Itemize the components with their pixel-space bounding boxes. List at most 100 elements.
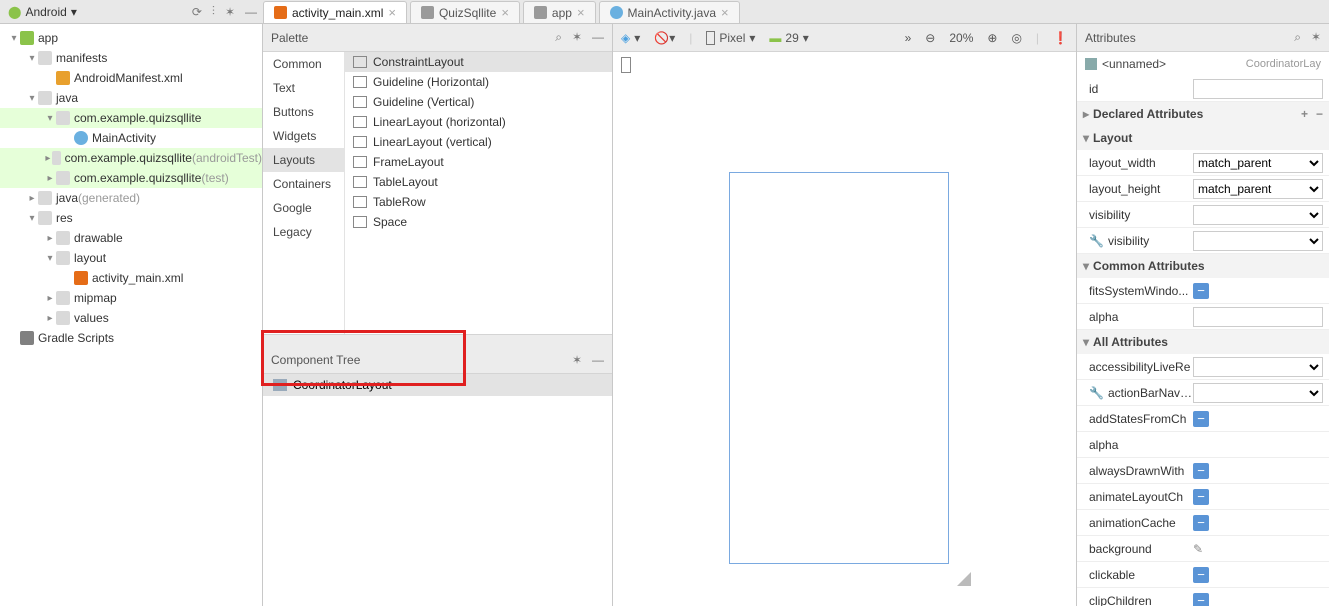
tab-quizsqllite[interactable]: QuizSqllite×	[410, 1, 520, 23]
phone-preview[interactable]	[729, 172, 949, 564]
expand-arrow[interactable]: ▾	[26, 213, 38, 224]
palette-category[interactable]: Text	[263, 76, 344, 100]
palette-item[interactable]: FrameLayout	[345, 152, 612, 172]
tree-node[interactable]: ▸java (generated)	[0, 188, 262, 208]
tab-app[interactable]: app×	[523, 1, 596, 23]
attr-check[interactable]: −	[1193, 567, 1209, 583]
view-mode-button[interactable]: ◈▾	[621, 31, 640, 45]
tab-mainactivity[interactable]: MainActivity.java×	[599, 1, 740, 23]
attr-select[interactable]	[1193, 357, 1323, 377]
gear-icon[interactable]: ✶	[572, 30, 582, 45]
expand-arrow[interactable]: ▸	[44, 233, 56, 244]
tree-node[interactable]: ▾manifests	[0, 48, 262, 68]
tree-node[interactable]: MainActivity	[0, 128, 262, 148]
attr-id-input[interactable]	[1193, 79, 1323, 99]
api-selector[interactable]: ▬ 29▾	[769, 31, 808, 45]
gear-icon[interactable]: ✶	[225, 5, 235, 19]
tree-node[interactable]: ▾layout	[0, 248, 262, 268]
tree-node[interactable]: ▾java	[0, 88, 262, 108]
tree-node[interactable]: activity_main.xml	[0, 268, 262, 288]
visibility-select[interactable]	[1193, 205, 1323, 225]
tree-node[interactable]: ▾res	[0, 208, 262, 228]
tree-node[interactable]: ▸com.example.quizsqllite (androidTest)	[0, 148, 262, 168]
palette-item[interactable]: ConstraintLayout	[345, 52, 612, 72]
tree-node[interactable]: ▸drawable	[0, 228, 262, 248]
palette-item[interactable]: TableRow	[345, 192, 612, 212]
orientation-button[interactable]: 🚫▾	[654, 31, 675, 45]
attr-section-all[interactable]: ▾All Attributes	[1077, 330, 1329, 354]
attr-section-layout[interactable]: ▾Layout	[1077, 126, 1329, 150]
zoom-fit-button[interactable]: ◎	[1011, 31, 1021, 45]
expand-arrow[interactable]: ▸	[26, 193, 38, 204]
palette-item[interactable]: TableLayout	[345, 172, 612, 192]
device-selector[interactable]: Pixel▾	[706, 31, 755, 45]
expand-arrow[interactable]: ▸	[44, 313, 56, 324]
palette-category[interactable]: Buttons	[263, 100, 344, 124]
module-selector[interactable]: ⬤ Android ▾	[8, 5, 77, 19]
close-icon[interactable]: ×	[577, 5, 585, 20]
palette-category[interactable]: Widgets	[263, 124, 344, 148]
attr-select[interactable]	[1193, 383, 1323, 403]
attr-check[interactable]: −	[1193, 515, 1209, 531]
palette-category[interactable]: Layouts	[263, 148, 344, 172]
tree-node[interactable]: ▸com.example.quizsqllite (test)	[0, 168, 262, 188]
minimize-icon[interactable]: —	[245, 5, 257, 19]
attr-check[interactable]: −	[1193, 411, 1209, 427]
close-icon[interactable]: ×	[501, 5, 509, 20]
attr-section-common[interactable]: ▾Common Attributes	[1077, 254, 1329, 278]
expand-arrow[interactable]: ▾	[8, 33, 20, 44]
tree-node[interactable]: ▾app	[0, 28, 262, 48]
tools-visibility-select[interactable]	[1193, 231, 1323, 251]
overflow-icon[interactable]: »	[905, 31, 912, 45]
attr-check[interactable]: −	[1193, 463, 1209, 479]
palette-category[interactable]: Legacy	[263, 220, 344, 244]
minimize-icon[interactable]: —	[592, 353, 604, 367]
palette-item[interactable]: Guideline (Vertical)	[345, 92, 612, 112]
close-icon[interactable]: ×	[388, 5, 396, 20]
warnings-icon[interactable]: ❗	[1053, 31, 1068, 45]
alpha-input[interactable]	[1193, 307, 1323, 327]
expand-arrow[interactable]: ▸	[44, 153, 52, 164]
minimize-icon[interactable]: —	[592, 30, 604, 45]
expand-arrow[interactable]: ▾	[44, 253, 56, 264]
palette-category[interactable]: Containers	[263, 172, 344, 196]
remove-icon[interactable]: −	[1316, 107, 1323, 121]
tree-node[interactable]: Gradle Scripts	[0, 328, 262, 348]
palette-category[interactable]: Common	[263, 52, 344, 76]
expand-arrow[interactable]: ▾	[26, 53, 38, 64]
tree-node[interactable]: ▸values	[0, 308, 262, 328]
add-icon[interactable]: +	[1301, 107, 1308, 121]
tab-activity-main[interactable]: activity_main.xml×	[263, 1, 407, 23]
palette-item[interactable]: LinearLayout (vertical)	[345, 132, 612, 152]
zoom-out-button[interactable]: ⊖	[925, 31, 935, 45]
zoom-in-button[interactable]: ⊕	[987, 31, 997, 45]
palette-item[interactable]: Guideline (Horizontal)	[345, 72, 612, 92]
sync-icon[interactable]: ⟳	[192, 5, 202, 19]
resize-grip[interactable]	[953, 568, 971, 586]
search-icon[interactable]: ⌕	[555, 30, 562, 45]
layout-height-select[interactable]: match_parent	[1193, 179, 1323, 199]
attr-check[interactable]: −	[1193, 593, 1209, 606]
expand-arrow[interactable]: ▸	[44, 293, 56, 304]
expand-arrow[interactable]: ▾	[26, 93, 38, 104]
expand-arrow[interactable]: ▸	[44, 173, 56, 184]
color-picker-icon[interactable]: ✎	[1193, 542, 1203, 556]
close-icon[interactable]: ×	[721, 5, 729, 20]
attr-section-declared[interactable]: ▸Declared Attributes+−	[1077, 102, 1329, 126]
project-tree[interactable]: ▾app▾manifestsAndroidManifest.xml▾java▾c…	[0, 24, 263, 606]
tree-node[interactable]: AndroidManifest.xml	[0, 68, 262, 88]
gear-icon[interactable]: ✶	[572, 353, 582, 367]
gear-icon[interactable]: ✶	[1311, 30, 1321, 45]
attr-check[interactable]: −	[1193, 489, 1209, 505]
palette-item[interactable]: Space	[345, 212, 612, 232]
palette-item[interactable]: LinearLayout (horizontal)	[345, 112, 612, 132]
search-icon[interactable]: ⌕	[1294, 30, 1301, 45]
expand-arrow[interactable]: ▾	[44, 113, 56, 124]
component-tree-body[interactable]: CoordinatorLayout	[263, 374, 612, 396]
design-surface[interactable]	[613, 52, 1076, 606]
tree-node[interactable]: ▸mipmap	[0, 288, 262, 308]
layout-width-select[interactable]: match_parent	[1193, 153, 1323, 173]
component-tree-root[interactable]: CoordinatorLayout	[263, 374, 612, 396]
tree-node[interactable]: ▾com.example.quizsqllite	[0, 108, 262, 128]
palette-category[interactable]: Google	[263, 196, 344, 220]
